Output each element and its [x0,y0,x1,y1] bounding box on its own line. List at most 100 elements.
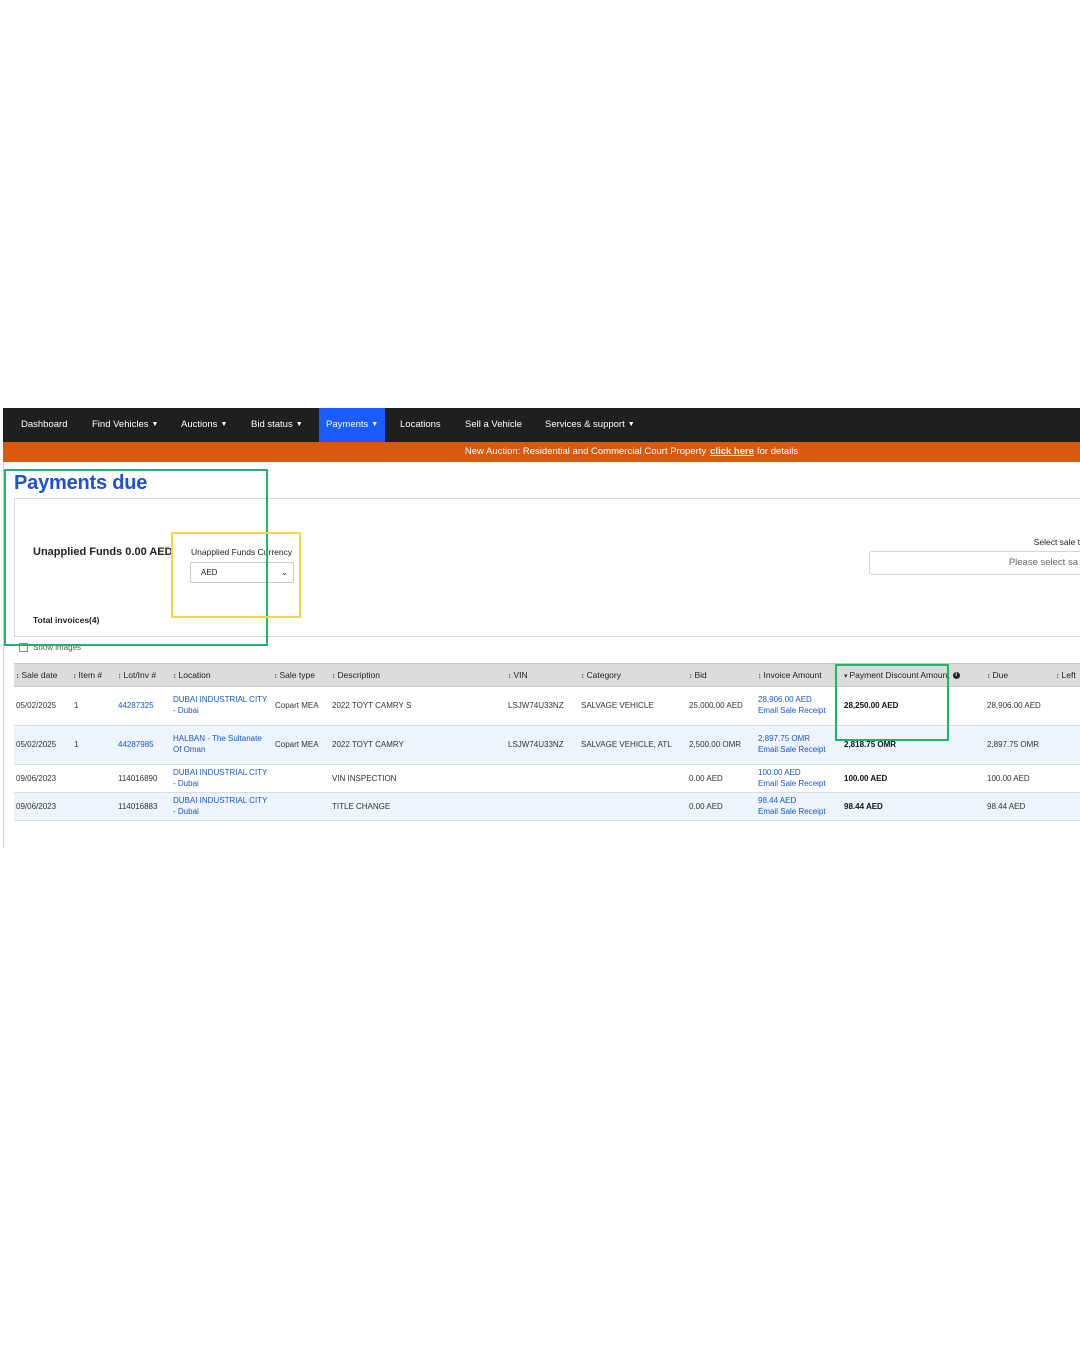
col-item-label: Item # [78,670,103,680]
chevron-down-icon: ▼ [151,421,159,428]
show-images-toggle[interactable]: Show images [19,643,82,653]
summary-panel: Unapplied Funds 0.00 AED Unapplied Funds… [14,498,1080,637]
cell-description: VIN INSPECTION [332,774,397,783]
col-due-label: Due [992,670,1009,680]
nav-sell-vehicle[interactable]: Sell a Vehicle [458,408,529,442]
cell-sale-type: Copart MEA [275,740,319,749]
nav-locations-label: Locations [400,419,441,430]
sort-icon: ↕ [581,673,585,680]
email-receipt-link[interactable]: Email Sale Receipt [758,778,826,789]
select-sale-label: Select sale t [1033,537,1080,547]
show-images-checkbox[interactable] [19,643,28,653]
col-vin[interactable]: ↕ VIN [508,664,528,686]
cell-location-link-2[interactable]: - Dubai [173,778,199,789]
sort-icon: ↕ [73,673,77,680]
col-lot[interactable]: ↕ Lot/Inv # [118,664,156,686]
nav-bid-status[interactable]: Bid status ▼ [244,408,310,442]
col-sale-type[interactable]: ↕ Sale type [274,664,315,686]
cell-invoice-link[interactable]: 98.44 AED [758,795,796,806]
cell-location-link[interactable]: DUBAI INDUSTRIAL CITY [173,795,267,806]
nav-services-support[interactable]: Services & support ▼ [538,408,642,442]
sort-icon: ↕ [508,673,512,680]
cell-invoice-link[interactable]: 2,897.75 OMR [758,733,810,744]
col-bid[interactable]: ↕ Bid [689,664,707,686]
cell-description: 2022 TOYT CAMRY S [332,701,412,710]
cell-sale-date: 09/06/2023 [16,774,57,783]
col-invoice-amount[interactable]: ↕ Invoice Amount [758,664,822,686]
nav-payments-label: Payments [326,419,369,430]
cell-description: TITLE CHANGE [332,802,391,811]
col-description[interactable]: ↕ Description [332,664,380,686]
nav-find-vehicles[interactable]: Find Vehicles ▼ [85,408,165,442]
email-receipt-link[interactable]: Email Sale Receipt [758,744,826,755]
cell-sale-type: Copart MEA [275,701,319,710]
main-nav: Dashboard Find Vehicles ▼ Auctions ▼ Bid s… [3,408,1080,442]
cell-lot-link[interactable]: 44287985 [118,739,154,750]
col-sale-date[interactable]: ↕ Sale date [16,664,57,686]
announcement-banner: New Auction: Residential and Commercial … [3,442,1080,462]
table-row: 09/06/2023 114016890 DUBAI INDUSTRIAL CI… [14,765,1080,793]
col-left-label: Left [1061,670,1076,680]
sort-icon: ↕ [987,673,991,680]
currency-label: Unapplied Funds Currency [191,547,293,557]
sort-icon: ↕ [758,673,762,680]
page-title: Payments due [14,472,148,494]
col-payment-discount[interactable]: ▾ Payment Discount Amount i [844,664,960,686]
col-lot-label: Lot/Inv # [123,670,157,680]
cell-location-link-2[interactable]: - Dubai [173,705,199,716]
show-images-label: Show images [33,643,82,652]
chevron-down-icon: ▼ [220,421,228,428]
cell-location-link-2[interactable]: - Dubai [173,806,199,817]
invoices-table: ↕ Sale date ↕ Item # ↕ Lot/Inv # ↕ Location … [14,663,1080,821]
cell-category: SALVAGE VEHICLE, ATL [581,740,672,749]
nav-sell-vehicle-label: Sell a Vehicle [465,419,523,430]
chevron-down-icon: ▼ [295,421,303,428]
banner-suffix: for details [756,446,799,457]
info-icon[interactable]: i [952,672,960,680]
nav-locations[interactable]: Locations [393,408,448,442]
col-category[interactable]: ↕ Category [581,664,621,686]
select-sale-placeholder: Please select sa [1008,557,1078,568]
cell-payment-discount: 28,250.00 AED [844,701,899,710]
cell-location-link[interactable]: HALBAN - The Sultanate [173,733,262,744]
col-bid-label: Bid [694,670,707,680]
table-row: 05/02/2025 1 44287985 HALBAN - The Sulta… [14,726,1080,765]
sort-icon: ↕ [689,673,693,680]
banner-link[interactable]: click here [710,446,754,457]
cell-vin: LSJW74U33NZ [508,701,564,710]
sort-icon: ↕ [118,673,122,680]
col-location-label: Location [178,670,211,680]
col-sale-type-label: Sale type [279,670,315,680]
nav-payments[interactable]: Payments ▼ [319,408,386,442]
cell-bid: 0.00 AED [689,802,723,811]
cell-lot-link[interactable]: 44287325 [118,700,154,711]
cell-payment-discount: 98.44 AED [844,802,883,811]
select-sale-dropdown[interactable]: Please select sa [869,551,1080,575]
email-receipt-link[interactable]: Email Sale Receipt [758,705,826,716]
col-invoice-amount-label: Invoice Amount [763,670,822,680]
cell-location-link-2[interactable]: Of Oman [173,744,205,755]
col-location[interactable]: ↕ Location [173,664,211,686]
nav-dashboard[interactable]: Dashboard [14,408,74,442]
cell-invoice-link[interactable]: 100.00 AED [758,767,801,778]
cell-vin: LSJW74U33NZ [508,740,564,749]
sort-icon: ↕ [1056,673,1060,680]
currency-select[interactable]: AED ⌄ [190,562,294,583]
cell-invoice-link[interactable]: 28,906.00 AED [758,694,812,705]
cell-location-link[interactable]: DUBAI INDUSTRIAL CITY [173,767,267,778]
cell-bid: 25,000.00 AED [689,701,743,710]
cell-item: 1 [74,740,79,749]
frame-left-border [3,408,4,848]
col-due[interactable]: ↕ Due [987,664,1008,686]
chevron-down-icon: ▼ [371,421,379,428]
nav-find-vehicles-label: Find Vehicles [92,419,149,430]
nav-dashboard-label: Dashboard [21,419,68,430]
banner-text: New Auction: Residential and Commercial … [464,446,707,457]
cell-location-link[interactable]: DUBAI INDUSTRIAL CITY [173,694,267,705]
col-left[interactable]: ↕ Left [1056,664,1076,686]
nav-auctions[interactable]: Auctions ▼ [174,408,234,442]
email-receipt-link[interactable]: Email Sale Receipt [758,806,826,817]
cell-lot: 114016883 [118,802,158,811]
col-item[interactable]: ↕ Item # [73,664,102,686]
col-vin-label: VIN [513,670,528,680]
